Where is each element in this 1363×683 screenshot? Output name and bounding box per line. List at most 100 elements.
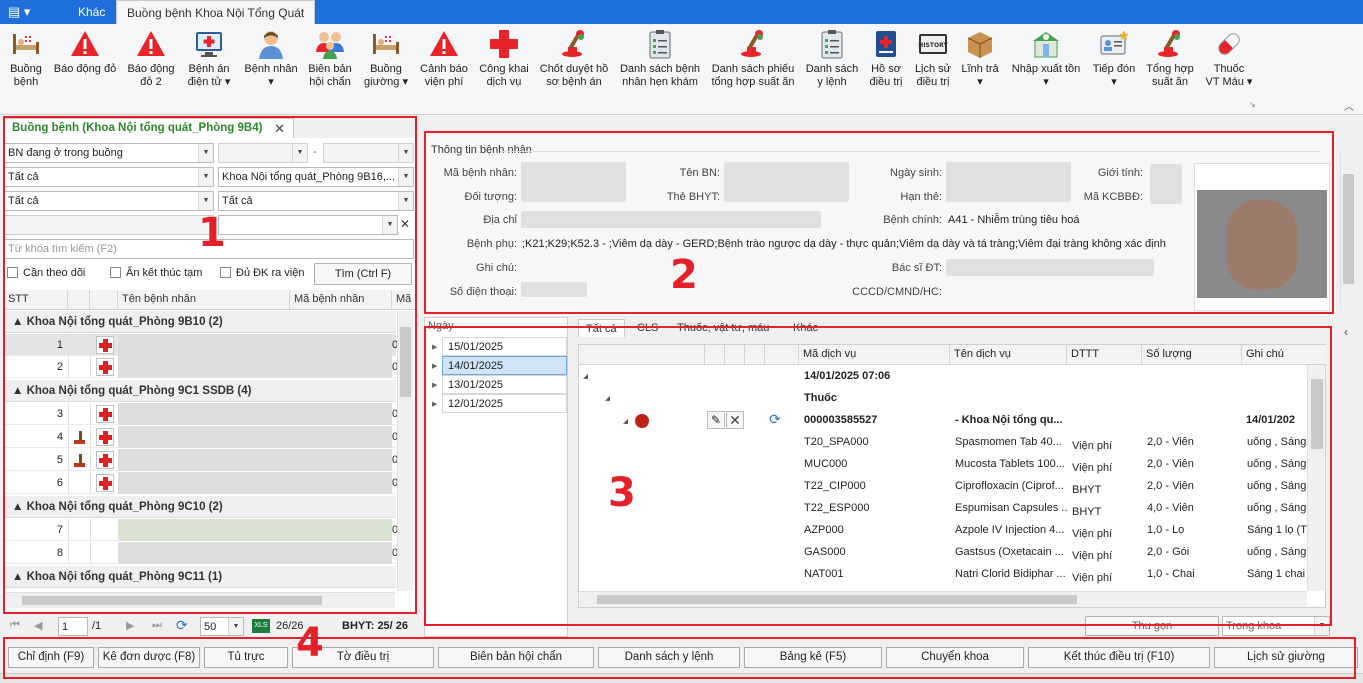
col-ma-c[interactable]: Mã c (392, 290, 415, 310)
filter-status-combo[interactable]: BN đang ở trong buồng ▼ (4, 143, 214, 163)
col-ma-dich-vu[interactable]: Mã dịch vụ (799, 345, 950, 365)
clear-icon[interactable]: ✕ (400, 217, 410, 231)
detail-hscrollbar[interactable] (579, 591, 1307, 607)
bien-ban-hoi-chan-button[interactable]: Biên bản hội chẩn (438, 647, 594, 668)
ribbon-button-tiep-don[interactable]: Tiếp đón ▾ (1090, 26, 1138, 112)
ribbon-button-lich-su-dieu-tri[interactable]: HISTORY Lịch sử điều trị (910, 26, 956, 112)
bang-ke-button[interactable]: Bảng kê (F5) (744, 647, 882, 668)
hide-ended-checkbox[interactable]: Ẩn kết thúc tạm (110, 266, 202, 280)
order-row[interactable]: ◢ ✎ ✕ ⟳ 000003585527 - Khoa Nội tổng qu.… (579, 409, 1309, 431)
collapse-icon[interactable]: ◢ (623, 417, 628, 425)
tu-truc-button[interactable]: Tủ trực (204, 647, 288, 668)
collapse-icon[interactable]: ◢ (583, 372, 588, 380)
collapse-icon[interactable]: ◢ (605, 394, 610, 402)
table-row[interactable]: 30 (4, 403, 398, 425)
date-item[interactable]: 12/01/2025 (442, 394, 567, 413)
room-group[interactable]: ▲ Khoa Nội tổng quát_Phòng 9C10 (2) (4, 496, 396, 518)
detail-vscrollbar[interactable] (1307, 365, 1325, 591)
date-item-selected[interactable]: 14/01/2025 (442, 356, 567, 375)
ribbon-button-ho-so-dieu-tri[interactable]: Hồ sơ điều trị (864, 26, 908, 112)
ribbon-button-bao-dong-do[interactable]: Báo động đỏ (52, 26, 118, 112)
ribbon-button-linh-tra[interactable]: Lĩnh trả ▾ (958, 26, 1002, 112)
expand-icon[interactable]: ▶ (432, 400, 437, 408)
date-item[interactable]: 15/01/2025 (442, 337, 567, 356)
prev-page-icon[interactable]: ◀ (34, 619, 42, 632)
date-group-row[interactable]: ◢ 14/01/2025 07:06 (579, 365, 1309, 387)
room-group[interactable]: ▲ Khoa Nội tổng quát_Phòng 9C1 SSDB (4) (4, 380, 396, 402)
close-icon[interactable]: ✕ (274, 121, 285, 137)
medicine-row[interactable]: MUC000 Mucosta Tablets 100... Viện phí 2,0 … (579, 453, 1309, 475)
col-stt[interactable]: STT (4, 290, 68, 310)
medicine-row[interactable]: GAS000 Gastsus (Oxetacain ... Viện phí 2,0 … (579, 541, 1309, 563)
ribbon-button-danh-sach-y-lenh[interactable]: Danh sách y lệnh (803, 26, 861, 112)
filter-date-to[interactable]: ▼ (323, 143, 414, 163)
scroll-thumb[interactable] (22, 596, 322, 605)
col-ghi-chu[interactable]: Ghi chú (1242, 345, 1326, 365)
thu-gon-button[interactable]: Thu gọn (1085, 616, 1219, 636)
medicine-row[interactable]: T22_CIP000 Ciprofloxacin (Ciprof... BHYT 2,… (579, 475, 1309, 497)
app-menu-button[interactable]: ▤ ▾ (0, 0, 46, 24)
col-dttt[interactable]: DTTT (1067, 345, 1142, 365)
medicine-row[interactable]: T22_ESP000 Espumisan Capsules ... BHYT 4,0 … (579, 497, 1309, 519)
ribbon-button-buong-giuong[interactable]: Buồng giường ▾ (360, 26, 412, 112)
first-page-icon[interactable]: ⏮ (10, 619, 20, 632)
follow-up-checkbox[interactable]: Cần theo dõi (7, 266, 85, 280)
filter-type-combo[interactable]: Tất cả ▼ (4, 167, 214, 187)
ribbon-button-cong-khai-dich-vu[interactable]: Công khai dịch vụ (476, 26, 532, 112)
ke-don-duoc-button[interactable]: Kê đơn dược (F8) (98, 647, 200, 668)
filter-date-from[interactable]: ▼ (218, 143, 308, 163)
medicine-row[interactable]: AZP000 Azpole IV Injection 4... Viện phí 1,… (579, 519, 1309, 541)
col-so-luong[interactable]: Số lượng (1142, 345, 1242, 365)
scope-combo[interactable]: Trong khoa ▼ (1222, 616, 1330, 636)
ribbon-button-benh-nhan[interactable]: Bệnh nhân ▾ (240, 26, 302, 112)
ribbon-button-nhap-xuat-ton[interactable]: Nhập xuất tồn ▾ (1006, 26, 1086, 112)
red-cross-icon[interactable] (96, 428, 114, 446)
room-group[interactable]: ▲ Khoa Nội tổng quát_Phòng 9C11 (1) (4, 566, 396, 588)
lich-su-giuong-button[interactable]: Lịch sử giường (1214, 647, 1358, 668)
red-cross-icon[interactable] (96, 405, 114, 423)
red-cross-icon[interactable] (96, 474, 114, 492)
collapse-panel-icon[interactable]: ‹ (1344, 325, 1348, 339)
expand-icon[interactable]: ▶ (432, 343, 437, 351)
scroll-thumb[interactable] (597, 595, 1077, 604)
tab-tat-ca[interactable]: Tất cả (578, 319, 625, 337)
ribbon-button-bao-dong-do-2[interactable]: Báo động đỏ 2 (124, 26, 178, 112)
ket-thuc-dieu-tri-button[interactable]: Kết thúc điều trị (F10) (1028, 647, 1210, 668)
filter-4-combo[interactable]: Tất cả ▼ (218, 191, 414, 211)
ribbon-button-bien-ban-hoi-chan[interactable]: Biên bản hội chẩn (304, 26, 356, 112)
table-row[interactable]: 10 (4, 334, 398, 356)
col-ten-benh-nhan[interactable]: Tên bệnh nhân (118, 290, 290, 310)
page-input[interactable]: 1 (58, 617, 88, 636)
table-row[interactable]: 20 (4, 356, 398, 378)
table-row[interactable]: 50 (4, 449, 398, 471)
ribbon-button-tong-hop-suat-an[interactable]: Tổng hợp suất ăn (1142, 26, 1198, 112)
chi-dinh-button[interactable]: Chỉ định (F9) (8, 647, 94, 668)
table-row[interactable]: 40 (4, 426, 398, 448)
scroll-thumb[interactable] (400, 327, 411, 397)
scroll-thumb[interactable] (1311, 379, 1323, 449)
medicine-row[interactable]: NAT001 Natri Clorid Bidiphar ... Viện phí 1… (579, 563, 1309, 585)
patient-list-vscrollbar[interactable] (397, 311, 413, 591)
col-icon[interactable] (90, 290, 118, 310)
date-item[interactable]: 13/01/2025 (442, 375, 567, 394)
ribbon-button-benh-an-dien-tu[interactable]: Bệnh án điện tử ▾ (182, 26, 236, 112)
last-page-icon[interactable]: ⏭ (152, 619, 162, 632)
scroll-thumb[interactable] (1343, 174, 1354, 284)
delete-icon[interactable]: ✕ (726, 411, 744, 429)
expand-icon[interactable]: ▶ (432, 381, 437, 389)
danh-sach-y-lenh-button[interactable]: Danh sách y lệnh (598, 647, 740, 668)
ribbon-button-ds-phieu-tong-hop-suat-an[interactable]: Danh sách phiếu tổng hợp suất ăn (706, 26, 800, 112)
chuyen-khoa-button[interactable]: Chuyển khoa (886, 647, 1024, 668)
expand-icon[interactable]: ▶ (432, 362, 437, 370)
table-row[interactable]: 70 (4, 519, 398, 541)
group-launcher-icon[interactable]: ↘ (1249, 100, 1256, 109)
red-cross-icon[interactable] (96, 451, 114, 469)
filter-6-combo[interactable]: ▼ (218, 215, 398, 235)
room-group[interactable]: ▲ Khoa Nội tổng quát_Phòng 9B10 (2) (4, 311, 396, 333)
filter-3-combo[interactable]: Tất cả ▼ (4, 191, 214, 211)
filter-5-field[interactable] (4, 215, 214, 235)
refresh-icon[interactable]: ⟳ (176, 617, 188, 634)
table-row[interactable]: 60 (4, 472, 398, 494)
ribbon-button-canh-bao-vien-phi[interactable]: Cảnh báo viện phí (416, 26, 472, 112)
patient-list-hscrollbar[interactable] (6, 592, 395, 608)
